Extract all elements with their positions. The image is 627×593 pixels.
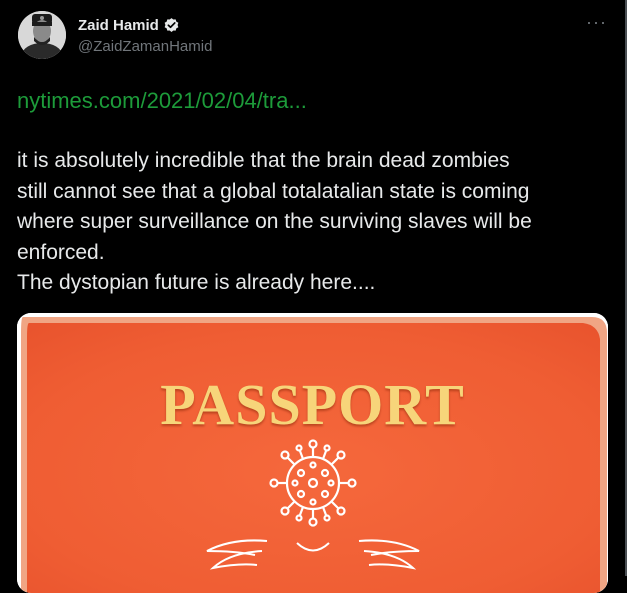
author-name[interactable]: Zaid Hamid bbox=[78, 17, 159, 34]
more-options-icon[interactable]: ··· bbox=[586, 13, 607, 31]
tweet-image[interactable]: PASSPORT bbox=[17, 313, 608, 593]
passport-illustration bbox=[17, 313, 608, 593]
avatar[interactable] bbox=[18, 11, 66, 59]
tweet-text: it is absolutely incredible that the bra… bbox=[17, 149, 532, 294]
passport-title: PASSPORT bbox=[160, 372, 465, 437]
author-handle[interactable]: @ZaidZamanHamid bbox=[78, 38, 212, 55]
author-row: Zaid Hamid bbox=[78, 15, 180, 35]
article-link[interactable]: nytimes.com/2021/02/04/tra... bbox=[17, 88, 307, 114]
verified-badge-icon bbox=[163, 17, 180, 34]
